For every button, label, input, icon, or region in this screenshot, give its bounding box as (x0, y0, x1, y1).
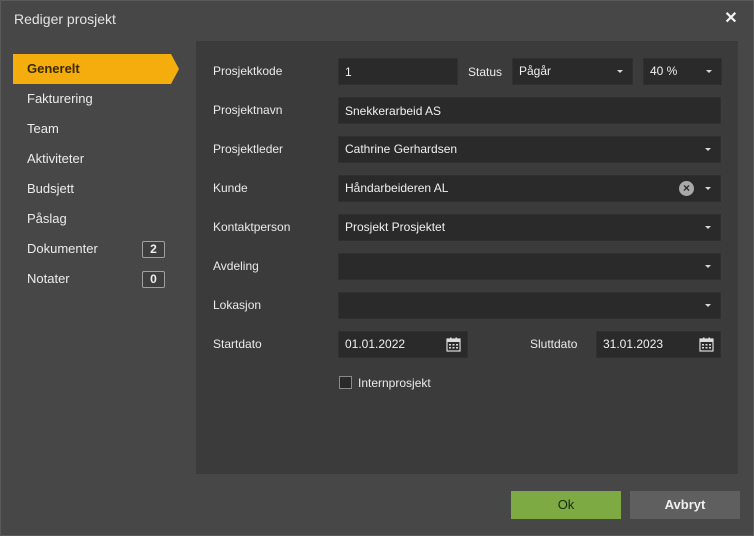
sluttdato-value: 31.01.2023 (603, 337, 664, 351)
sidebar-item-aktiviteter[interactable]: Aktiviteter (13, 144, 181, 174)
sidebar-item-label: Budsjett (27, 181, 74, 196)
count-badge: 2 (142, 241, 165, 258)
sidebar-item-label: Dokumenter (27, 241, 98, 256)
sidebar-item-label: Notater (27, 271, 70, 286)
lokasjon-label: Lokasjon (213, 298, 262, 312)
prosjektkode-input[interactable] (338, 58, 458, 85)
prosjektleder-select[interactable]: Cathrine Gerhardsen (338, 136, 721, 163)
chevron-down-icon (705, 304, 711, 307)
status-select[interactable]: Pågår (512, 58, 633, 85)
sidebar-item-generelt[interactable]: Generelt (13, 54, 179, 84)
sidebar-item-label: Generelt (27, 61, 80, 76)
chevron-down-icon (617, 70, 623, 73)
sidebar-item-label: Påslag (27, 211, 67, 226)
sidebar-item-fakturering[interactable]: Fakturering (13, 84, 181, 114)
startdato-label: Startdato (213, 337, 262, 351)
clear-icon[interactable]: × (679, 181, 694, 196)
edit-project-dialog: Rediger prosjekt ✕ Generelt Fakturering … (0, 0, 754, 536)
chevron-down-icon (705, 187, 711, 190)
kunde-select[interactable]: Håndarbeideren AL × (338, 175, 721, 202)
sidebar-item-team[interactable]: Team (13, 114, 181, 144)
prosjektleder-label: Prosjektleder (213, 142, 284, 156)
sluttdato-label: Sluttdato (530, 337, 578, 351)
sidebar-item-label: Team (27, 121, 59, 136)
chevron-down-icon (706, 70, 712, 73)
progress-value: 40 % (650, 64, 678, 78)
dialog-title: Rediger prosjekt (14, 11, 116, 27)
sidebar-item-label: Aktiviteter (27, 151, 85, 166)
kunde-label: Kunde (213, 181, 248, 195)
prosjektnavn-input[interactable] (338, 97, 721, 124)
kontaktperson-value: Prosjekt Prosjektet (345, 220, 446, 234)
sidebar: Generelt Fakturering Team Aktiviteter Bu… (13, 54, 181, 294)
calendar-icon[interactable] (446, 337, 461, 352)
chevron-down-icon (705, 226, 711, 229)
ok-button[interactable]: Ok (511, 491, 621, 519)
sidebar-item-label: Fakturering (27, 91, 93, 106)
dialog-titlebar: Rediger prosjekt ✕ (1, 1, 753, 39)
kunde-value: Håndarbeideren AL (345, 181, 449, 195)
general-form-panel: Prosjektkode Status Pågår 40 % Prosjektn… (196, 41, 738, 474)
cancel-button[interactable]: Avbryt (630, 491, 740, 519)
chevron-down-icon (705, 265, 711, 268)
count-badge: 0 (142, 271, 165, 288)
sidebar-item-budsjett[interactable]: Budsjett (13, 174, 181, 204)
sluttdato-input[interactable]: 31.01.2023 (596, 331, 721, 358)
kontaktperson-label: Kontaktperson (213, 220, 291, 234)
avdeling-label: Avdeling (213, 259, 259, 273)
startdato-input[interactable]: 01.01.2022 (338, 331, 468, 358)
prosjektnavn-label: Prosjektnavn (213, 103, 283, 117)
sidebar-item-paslag[interactable]: Påslag (13, 204, 181, 234)
internprosjekt-label: Internprosjekt (358, 376, 431, 390)
kontaktperson-select[interactable]: Prosjekt Prosjektet (338, 214, 721, 241)
internprosjekt-checkbox[interactable] (339, 376, 352, 389)
prosjektkode-label: Prosjektkode (213, 64, 283, 78)
avdeling-select[interactable] (338, 253, 721, 280)
chevron-down-icon (705, 148, 711, 151)
sidebar-item-dokumenter[interactable]: Dokumenter 2 (13, 234, 181, 264)
startdato-value: 01.01.2022 (345, 337, 406, 351)
close-icon[interactable]: ✕ (723, 10, 739, 28)
prosjektleder-value: Cathrine Gerhardsen (345, 142, 458, 156)
progress-select[interactable]: 40 % (643, 58, 722, 85)
calendar-icon[interactable] (699, 337, 714, 352)
lokasjon-select[interactable] (338, 292, 721, 319)
sidebar-item-notater[interactable]: Notater 0 (13, 264, 181, 294)
status-value: Pågår (519, 64, 552, 78)
status-label: Status (468, 65, 503, 79)
